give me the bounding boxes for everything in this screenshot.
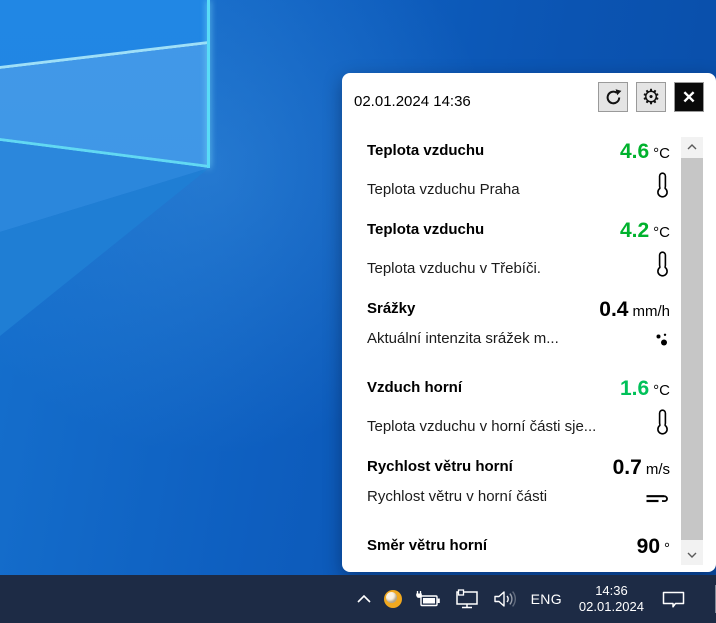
sensor-value: 4.6 bbox=[620, 140, 649, 163]
battery-charging-icon bbox=[415, 590, 441, 608]
scrollbar-down-button[interactable] bbox=[681, 545, 703, 565]
sensor-title: Srážky bbox=[367, 300, 415, 317]
chevron-down-icon bbox=[687, 552, 697, 558]
wind-icon bbox=[645, 492, 670, 505]
sensor-row: Srážky 0.4 mm/h Aktuální intenzita srážek… bbox=[342, 295, 716, 374]
weather-widget-panel: 02.01.2024 14:36 ⚙ ✕ Teplota vzduchu bbox=[342, 73, 716, 572]
tray-app-icon[interactable] bbox=[384, 590, 402, 608]
close-button[interactable]: ✕ bbox=[674, 82, 704, 112]
sensor-subtitle: Teplota vzduchu v horní části sje... bbox=[367, 418, 596, 435]
chevron-up-icon bbox=[357, 595, 371, 603]
sensor-value: 0.7 bbox=[613, 456, 642, 479]
panel-scrollbar[interactable] bbox=[681, 137, 703, 565]
sensor-unit: ° bbox=[664, 540, 670, 557]
screen: 02.01.2024 14:36 ⚙ ✕ Teplota vzduchu bbox=[0, 0, 716, 623]
tray-app-icon-ball bbox=[386, 592, 397, 603]
panel-datetime: 02.01.2024 14:36 bbox=[354, 93, 471, 110]
taskbar-time: 14:36 bbox=[579, 583, 644, 599]
settings-button[interactable]: ⚙ bbox=[636, 82, 666, 112]
refresh-button[interactable] bbox=[598, 82, 628, 112]
action-center-button[interactable] bbox=[661, 590, 686, 609]
sensor-value: 90 bbox=[637, 535, 660, 558]
rain-icon bbox=[654, 332, 670, 347]
sensor-row: Vzduch horní 1.6°C Teplota vzduchu v hor… bbox=[342, 374, 716, 453]
sensor-title: Vzduch horní bbox=[367, 379, 462, 396]
thermometer-icon bbox=[655, 172, 670, 198]
language-indicator[interactable]: ENG bbox=[531, 591, 562, 607]
volume-icon[interactable] bbox=[493, 590, 518, 608]
sensor-unit: m/s bbox=[646, 461, 670, 478]
thermometer-icon bbox=[655, 251, 670, 277]
network-icon[interactable] bbox=[454, 589, 480, 609]
sensor-subtitle: Rychlost větru v horní části bbox=[367, 488, 547, 505]
sensor-subtitle: Teplota vzduchu Praha bbox=[367, 181, 520, 198]
scrollbar-up-button[interactable] bbox=[681, 137, 703, 157]
thermometer-icon bbox=[655, 409, 670, 435]
chevron-up-icon bbox=[687, 144, 697, 150]
sensor-value: 1.6 bbox=[620, 377, 649, 400]
sensor-title: Teplota vzduchu bbox=[367, 221, 484, 238]
speaker-icon bbox=[493, 590, 518, 608]
show-hidden-icons-button[interactable] bbox=[357, 595, 371, 603]
taskbar-clock[interactable]: 14:36 02.01.2024 bbox=[579, 583, 644, 615]
sensor-subtitle: Teplota vzduchu v Třebíči. bbox=[367, 260, 541, 277]
sensor-subtitle: Aktuální intenzita srážek m... bbox=[367, 330, 559, 347]
sensor-row: Teplota vzduchu 4.2°C Teplota vzduchu v … bbox=[342, 216, 716, 295]
sensor-title: Teplota vzduchu bbox=[367, 142, 484, 159]
sensor-title: Rychlost větru horní bbox=[367, 458, 513, 475]
sensor-row: Směr větru horní 90° bbox=[342, 532, 716, 572]
taskbar-date: 02.01.2024 bbox=[579, 599, 644, 615]
taskbar: ENG 14:36 02.01.2024 bbox=[0, 575, 716, 623]
sensor-list: Teplota vzduchu 4.6°C Teplota vzduchu Pr… bbox=[342, 137, 716, 572]
header-buttons: ⚙ ✕ bbox=[598, 82, 704, 112]
panel-header: 02.01.2024 14:36 ⚙ ✕ bbox=[342, 73, 716, 115]
notification-bubble-icon bbox=[661, 590, 686, 609]
wallpaper-window-edge bbox=[207, 0, 210, 168]
sensor-unit: °C bbox=[653, 224, 670, 241]
sensor-row: Teplota vzduchu 4.6°C Teplota vzduchu Pr… bbox=[342, 137, 716, 216]
ethernet-network-icon bbox=[454, 589, 480, 609]
taskbar-tray: ENG 14:36 02.01.2024 bbox=[357, 583, 716, 615]
sensor-unit: °C bbox=[653, 145, 670, 162]
sensor-row: Rychlost větru horní 0.7m/s Rychlost vět… bbox=[342, 453, 716, 532]
scrollbar-thumb[interactable] bbox=[681, 158, 703, 540]
sensor-unit: °C bbox=[653, 382, 670, 399]
sensor-value: 4.2 bbox=[620, 219, 649, 242]
refresh-icon bbox=[604, 88, 623, 107]
battery-icon[interactable] bbox=[415, 590, 441, 608]
sensor-unit: mm/h bbox=[633, 303, 671, 320]
close-icon: ✕ bbox=[682, 89, 696, 106]
gear-icon: ⚙ bbox=[642, 87, 661, 108]
sensor-value: 0.4 bbox=[599, 298, 628, 321]
sensor-title: Směr větru horní bbox=[367, 537, 487, 554]
